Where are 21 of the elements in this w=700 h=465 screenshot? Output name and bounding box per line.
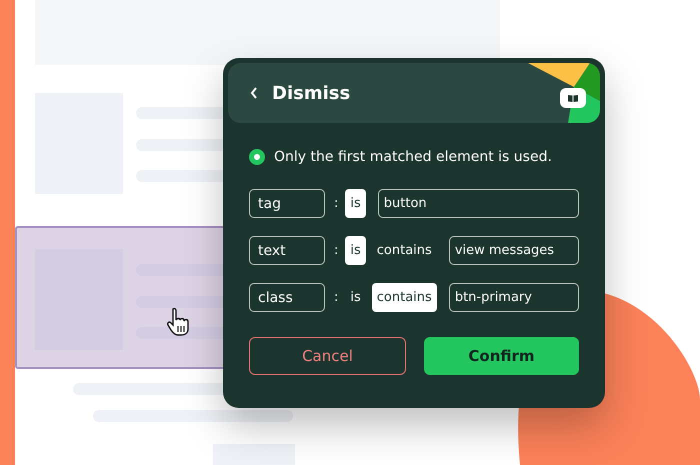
key-field[interactable]: text (249, 236, 325, 265)
key-field[interactable]: class (249, 283, 325, 312)
value-field[interactable]: view messages (448, 236, 579, 265)
colon-text: : (334, 196, 338, 211)
confirm-button[interactable]: Confirm (424, 337, 579, 375)
operator-option[interactable]: is (345, 283, 366, 312)
back-icon[interactable] (250, 87, 258, 99)
book-icon[interactable] (560, 88, 586, 108)
colon-text: : (334, 290, 338, 305)
operator-option[interactable]: contains (372, 236, 437, 265)
operator-option[interactable]: is (345, 189, 366, 218)
colon-text: : (334, 243, 338, 258)
key-field[interactable]: tag (249, 189, 325, 218)
operator-option[interactable]: is (345, 236, 366, 265)
note-text: Only the first matched element is used. (274, 149, 552, 165)
value-field[interactable]: button (378, 189, 579, 218)
radio-button[interactable] (249, 149, 265, 165)
operator-option[interactable]: contains (372, 283, 437, 312)
dialog-title: Dismiss (272, 82, 350, 104)
cancel-button[interactable]: Cancel (249, 337, 406, 375)
value-field[interactable]: btn-primary (448, 283, 579, 312)
